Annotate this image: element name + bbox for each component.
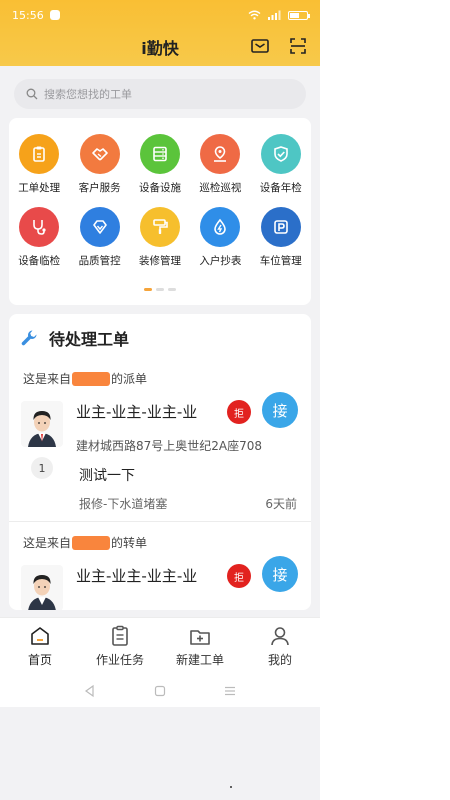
order-card[interactable]: 业主-业主-业主-业 拒 接	[9, 556, 311, 610]
pending-orders-section: 待处理工单 这是来自 的派单 1 业主-业主-业主-业 拒 接 建材城西路87号…	[9, 314, 311, 610]
phone-screen: 15:56 i勤快 搜索您想找的工单 工单处理 客户服务 设备设施 巡检巡视 设…	[0, 0, 320, 800]
grid-item-temp-inspection[interactable]: 设备临检	[9, 207, 69, 268]
grid-item-label: 装修管理	[138, 255, 181, 267]
tab-label: 我的	[267, 653, 292, 667]
count-badge: 1	[31, 457, 53, 479]
accept-button[interactable]: 接	[262, 556, 298, 592]
source-suffix: 的派单	[111, 372, 148, 386]
source-prefix: 这是来自	[23, 372, 72, 386]
reject-button[interactable]: 拒	[227, 564, 251, 588]
task-list-icon	[112, 625, 128, 646]
diamond-icon	[79, 207, 120, 247]
grid-item-label: 入户抄表	[199, 255, 242, 267]
artifact-dot	[230, 786, 232, 788]
page-dot	[168, 288, 176, 291]
redaction-mask	[72, 535, 111, 550]
new-order-icon	[190, 630, 210, 645]
back-icon[interactable]	[83, 684, 97, 698]
tab-label: 首页	[27, 653, 52, 667]
page-dot	[144, 288, 152, 291]
grid-item-parking[interactable]: 车位管理	[251, 207, 311, 268]
paint-roller-icon	[139, 207, 180, 247]
page-dot	[156, 288, 164, 291]
scan-icon[interactable]	[288, 36, 308, 56]
parking-icon	[260, 207, 301, 247]
grid-item-label: 设备设施	[138, 182, 181, 194]
system-nav-bar	[0, 675, 320, 707]
clipboard-icon	[19, 134, 60, 174]
wrench-icon	[19, 328, 39, 348]
home-button-icon[interactable]	[153, 684, 167, 698]
avatar	[21, 565, 63, 610]
order-name: 业主-业主-业主-业	[76, 403, 198, 421]
grid-item-quality-control[interactable]: 品质管控	[69, 207, 129, 268]
tab-profile[interactable]: 我的	[240, 618, 320, 675]
tab-home[interactable]: 首页	[0, 618, 80, 675]
grid-item-label: 巡检巡视	[199, 182, 242, 194]
tab-label: 新建工单	[175, 653, 224, 667]
tab-new-order[interactable]: 新建工单	[160, 618, 240, 675]
handshake-icon	[79, 134, 120, 174]
home-icon	[31, 627, 49, 645]
order-source: 这是来自 的派单	[9, 362, 311, 395]
bottom-tab-bar: 首页 作业任务 新建工单 我的	[0, 617, 320, 675]
grid-item-patrol[interactable]: 巡检巡视	[190, 134, 250, 195]
notification-icon	[49, 10, 60, 20]
grid-item-equipment[interactable]: 设备设施	[130, 134, 190, 195]
server-icon	[139, 134, 180, 174]
page-indicator	[9, 288, 311, 291]
shield-check-icon	[260, 134, 301, 174]
grid-item-label: 工单处理	[18, 182, 61, 194]
grid-item-customer-service[interactable]: 客户服务	[69, 134, 129, 195]
grid-item-label: 车位管理	[259, 255, 302, 267]
grid-item-label: 设备年检	[259, 182, 302, 194]
order-source: 这是来自 的转单	[9, 522, 311, 559]
search-icon	[26, 88, 38, 100]
grid-item-label: 客户服务	[78, 182, 121, 194]
order-name: 业主-业主-业主-业	[76, 567, 198, 585]
tab-tasks[interactable]: 作业任务	[80, 618, 160, 675]
avatar	[21, 401, 63, 447]
header: 15:56 i勤快	[0, 0, 320, 66]
app-title: i勤快	[141, 39, 179, 58]
status-time: 15:56	[12, 8, 44, 22]
search-input[interactable]	[44, 87, 284, 101]
order-description: 测试一下	[79, 468, 135, 484]
wifi-icon	[248, 10, 261, 20]
grid-item-label: 设备临检	[18, 255, 61, 267]
profile-icon	[271, 627, 289, 646]
order-time: 6天前	[265, 497, 297, 511]
water-drop-icon	[200, 207, 241, 247]
order-card[interactable]: 1 业主-业主-业主-业 拒 接 建材城西路87号上奥世纪2A座708 测试一下…	[9, 392, 311, 521]
source-prefix: 这是来自	[23, 536, 72, 550]
signal-icon	[268, 10, 281, 20]
grid-item-label: 品质管控	[78, 255, 121, 267]
redaction-mask	[72, 371, 111, 386]
function-grid-card: 工单处理 客户服务 设备设施 巡检巡视 设备年检 设备临检 品质管控 装修管理 …	[9, 118, 311, 305]
function-grid: 工单处理 客户服务 设备设施 巡检巡视 设备年检 设备临检 品质管控 装修管理 …	[9, 118, 311, 268]
grid-item-renovation[interactable]: 装修管理	[130, 207, 190, 268]
location-pin-icon	[200, 134, 241, 174]
pending-title: 待处理工单	[49, 330, 130, 349]
status-bar: 15:56	[0, 6, 320, 24]
battery-icon	[288, 10, 310, 20]
stethoscope-icon	[19, 207, 60, 247]
message-icon[interactable]	[250, 36, 270, 56]
grid-item-work-order[interactable]: 工单处理	[9, 134, 69, 195]
order-type: 报修-下水道堵塞	[79, 497, 168, 511]
grid-item-meter-reading[interactable]: 入户抄表	[190, 207, 250, 268]
menu-icon[interactable]	[223, 684, 237, 698]
order-address: 建材城西路87号上奥世纪2A座708	[76, 439, 263, 453]
source-suffix: 的转单	[111, 536, 148, 550]
search-bar[interactable]	[14, 79, 306, 109]
tab-label: 作业任务	[95, 653, 144, 667]
grid-item-annual-inspection[interactable]: 设备年检	[251, 134, 311, 195]
reject-button[interactable]: 拒	[227, 400, 251, 424]
accept-button[interactable]: 接	[262, 392, 298, 428]
